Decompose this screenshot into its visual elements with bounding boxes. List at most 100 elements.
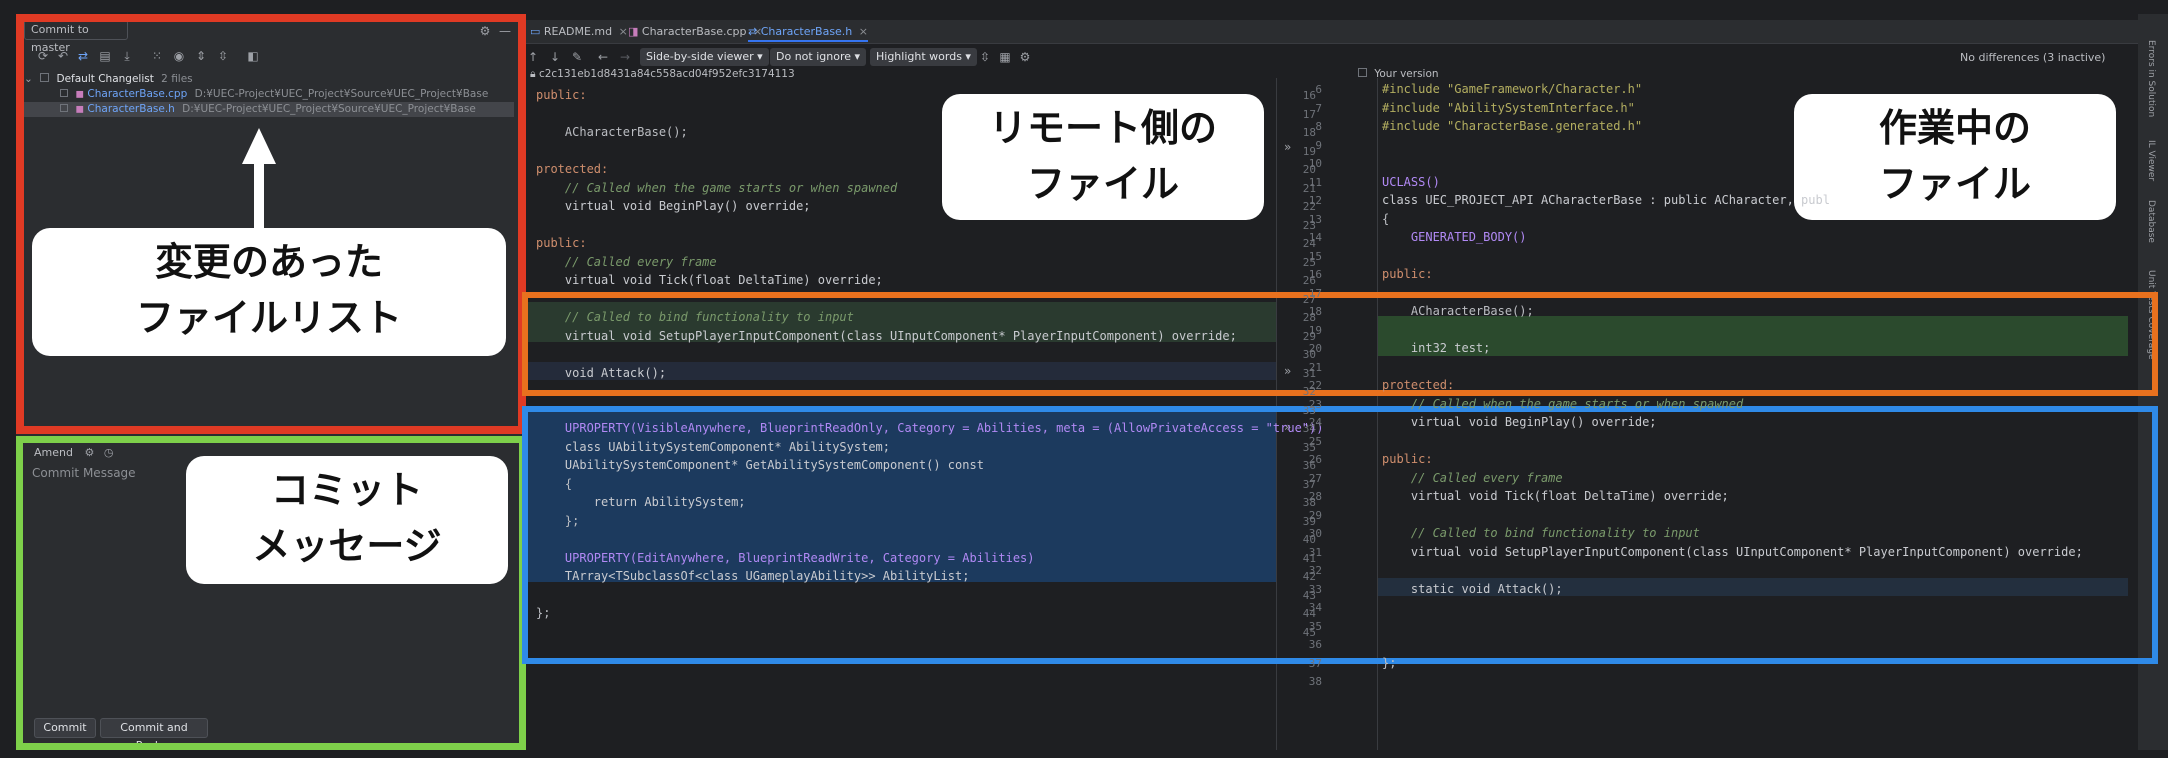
code-line[interactable]: virtual void SetupPlayerInputComponent(c… (536, 329, 1237, 343)
code-line[interactable]: GENERATED_BODY() (1382, 230, 1527, 244)
line-number: 30 (1308, 527, 1322, 540)
collapse-unchanged-icon[interactable]: ⇳ (978, 50, 992, 64)
forward-icon[interactable]: → (618, 50, 632, 64)
code-line[interactable]: // Called every frame (536, 255, 717, 269)
line-number: 35 (1308, 619, 1322, 633)
code-line[interactable]: void Attack(); (536, 366, 666, 380)
code-line[interactable]: // Called every frame (1382, 471, 1563, 485)
cpp-file-icon: ◨ (628, 25, 639, 38)
callout-text: ファイル (1878, 162, 2031, 206)
left-revision-hash: 🔒︎ c2c131eb1d8431a84c558acd04f952efc3174… (530, 68, 795, 81)
code-line[interactable]: int32 test; (1382, 341, 1490, 355)
back-icon[interactable]: ← (596, 50, 610, 64)
code-line[interactable]: virtual void Tick(float DeltaTime) overr… (536, 273, 883, 287)
line-number: 32 (1308, 564, 1322, 577)
arrow-up-icon (242, 128, 276, 238)
callout-text: 変更のあった (154, 240, 383, 284)
line-number: 9 (1315, 138, 1322, 152)
lock-icon: 🔒︎ (530, 68, 536, 80)
callout-text: ファイルリスト (135, 296, 402, 340)
line-number: 10 (1308, 157, 1322, 170)
code-line[interactable]: #include "CharacterBase.generated.h" (1382, 119, 1642, 133)
line-number: 16 (1308, 268, 1322, 281)
code-line[interactable]: // Called to bind functionality to input (536, 310, 854, 324)
settings-icon[interactable]: ⚙ (1018, 50, 1032, 64)
edit-source-icon[interactable]: ✎ (570, 50, 584, 64)
close-icon[interactable]: × (859, 25, 868, 38)
tool-window-errors[interactable]: Errors in Solution (2146, 40, 2156, 117)
code-line[interactable]: }; (536, 606, 550, 620)
code-line[interactable]: // Called when the game starts or when s… (1382, 397, 1743, 411)
diff-icon: ⇄ (748, 25, 758, 38)
code-line[interactable]: TArray<TSubclassOf<class UGameplayAbilit… (536, 569, 970, 583)
code-line[interactable]: virtual void BeginPlay() override; (1382, 415, 1657, 429)
line-number: 19 (1308, 323, 1322, 337)
line-number: 12 (1308, 194, 1322, 207)
code-line[interactable]: #include "AbilitySystemInterface.h" (1382, 101, 1635, 115)
callout-text: リモート側の (988, 106, 1217, 150)
tab-characterbase-h[interactable]: ⇄ CharacterBase.h × (748, 22, 868, 42)
callout-working-file: 作業中の ファイル (1794, 94, 2116, 220)
code-line[interactable]: }; (1382, 656, 1396, 670)
line-number: 15 (1308, 249, 1322, 263)
code-line[interactable]: { (1382, 212, 1389, 226)
line-number: 37 (1308, 656, 1322, 670)
code-line[interactable]: virtual void BeginPlay() override; (536, 199, 811, 213)
code-line[interactable]: public: (536, 236, 587, 250)
ignore-whitespace-dropdown[interactable]: Do not ignore ▾ (770, 48, 867, 66)
code-line[interactable]: UPROPERTY(EditAnywhere, BlueprintReadWri… (536, 551, 1035, 565)
code-line[interactable]: class UEC_PROJECT_API ACharacterBase : p… (1382, 193, 1830, 207)
next-difference-icon[interactable]: ↓ (548, 50, 562, 64)
line-number: 13 (1308, 212, 1322, 226)
line-number: 26 (1308, 453, 1322, 466)
tab-label: CharacterBase.cpp (641, 25, 747, 38)
line-number: 17 (1308, 286, 1322, 300)
code-line[interactable]: static void Attack(); (1382, 582, 1563, 596)
code-line[interactable]: virtual void Tick(float DeltaTime) overr… (1382, 489, 1729, 503)
tab-label: README.md (543, 25, 613, 38)
tab-readme[interactable]: ▭ README.md × (530, 22, 628, 42)
viewer-mode-dropdown[interactable]: Side-by-side viewer ▾ (640, 48, 769, 66)
line-number: 29 (1308, 508, 1322, 522)
diff-status: No differences (3 inactive) (1960, 51, 2106, 64)
callout-text: 作業中の (1878, 106, 2031, 150)
right-label-text: Your version (1374, 68, 1439, 80)
code-line[interactable]: #include "GameFramework/Character.h" (1382, 82, 1642, 96)
code-line[interactable]: // Called when the game starts or when s… (536, 181, 897, 195)
code-line[interactable]: class UAbilitySystemComponent* AbilitySy… (536, 440, 890, 454)
callout-remote-file: リモート側の ファイル (942, 94, 1264, 220)
tab-characterbase-cpp[interactable]: ◨ CharacterBase.cpp × (628, 22, 762, 42)
code-line[interactable]: return AbilitySystem; (536, 495, 746, 509)
code-line[interactable]: { (536, 477, 572, 491)
code-line[interactable]: protected: (536, 162, 608, 176)
code-line[interactable]: ACharacterBase(); (536, 125, 688, 139)
code-line[interactable]: UAbilitySystemComponent* GetAbilitySyste… (536, 458, 984, 472)
line-number: 14 (1308, 231, 1322, 244)
sync-scroll-icon[interactable]: ▦ (998, 50, 1012, 64)
line-number: 25 (1308, 434, 1322, 448)
tool-window-il-viewer[interactable]: IL Viewer (2146, 140, 2156, 181)
checkbox[interactable] (1358, 68, 1367, 77)
line-number: 18 (1308, 305, 1322, 318)
previous-difference-icon[interactable]: ↑ (526, 50, 540, 64)
close-icon[interactable]: × (619, 25, 628, 38)
line-number: 23 (1308, 397, 1322, 411)
code-line[interactable]: UPROPERTY(VisibleAnywhere, BlueprintRead… (536, 421, 1324, 435)
line-number: 6 (1315, 83, 1322, 96)
code-line[interactable]: protected: (1382, 378, 1454, 392)
code-line[interactable]: }; (536, 514, 579, 528)
code-line[interactable]: ACharacterBase(); (1382, 304, 1534, 318)
markdown-icon: ▭ (530, 25, 541, 38)
tool-window-database[interactable]: Database (2146, 200, 2156, 243)
line-number: 8 (1315, 120, 1322, 133)
line-number: 20 (1308, 342, 1322, 355)
code-line[interactable]: public: (1382, 267, 1433, 281)
code-line[interactable]: // Called to bind functionality to input (1382, 526, 1700, 540)
callout-commit-message: コミット メッセージ (186, 456, 508, 584)
highlight-mode-dropdown[interactable]: Highlight words ▾ (870, 48, 977, 66)
tab-label: CharacterBase.h (760, 25, 853, 38)
code-line[interactable]: public: (536, 88, 587, 102)
code-line[interactable]: UCLASS() (1382, 175, 1440, 189)
code-line[interactable]: public: (1382, 452, 1433, 466)
code-line[interactable]: virtual void SetupPlayerInputComponent(c… (1382, 545, 2083, 559)
